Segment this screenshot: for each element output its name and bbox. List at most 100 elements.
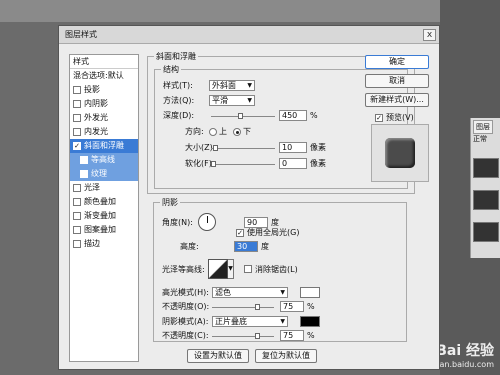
set-default-button[interactable]: 设置为默认值 bbox=[187, 349, 249, 363]
bevel-style-select[interactable]: 外斜面 ▼ bbox=[209, 80, 255, 91]
style-checkbox[interactable] bbox=[73, 86, 81, 94]
angle-input[interactable]: 90 bbox=[244, 216, 268, 228]
size-slider[interactable] bbox=[211, 145, 275, 151]
highlight-mode-label: 高光模式(H): bbox=[162, 288, 209, 297]
dialog-titlebar: 图层样式 x bbox=[59, 26, 439, 44]
style-list-item[interactable]: 等高线 bbox=[70, 153, 138, 167]
ok-button[interactable]: 确定 bbox=[365, 55, 429, 69]
antialias-checkbox[interactable] bbox=[244, 265, 252, 273]
style-list-item-label: 渐变叠加 bbox=[84, 211, 116, 220]
layer-thumbnail[interactable] bbox=[473, 222, 499, 242]
size-slider-knob[interactable] bbox=[213, 145, 218, 151]
style-list-item[interactable]: 内阴影 bbox=[70, 97, 138, 111]
chevron-down-icon: ▼ bbox=[280, 318, 285, 325]
highlight-mode-select[interactable]: 滤色 ▼ bbox=[212, 287, 288, 298]
highlight-opacity-slider[interactable] bbox=[212, 304, 274, 310]
style-list-item-label: 内阴影 bbox=[84, 99, 108, 108]
style-checkbox[interactable] bbox=[73, 198, 81, 206]
style-list-item[interactable]: 混合选项:默认 bbox=[70, 69, 138, 83]
cancel-button[interactable]: 取消 bbox=[365, 74, 429, 88]
shadow-opacity-knob[interactable] bbox=[255, 333, 260, 339]
shadow-opacity-input[interactable]: 75 bbox=[280, 330, 304, 341]
style-list: 样式 混合选项:默认投影内阴影外发光 内发光 ✓ 斜面和浮雕 等高线 纹理光泽颜色叠加渐变… bbox=[69, 54, 139, 362]
depth-slider-knob[interactable] bbox=[238, 113, 243, 119]
style-list-item[interactable]: 内发光 bbox=[70, 125, 138, 139]
chevron-down-icon: ▼ bbox=[247, 97, 252, 104]
layer-thumbnail[interactable] bbox=[473, 190, 499, 210]
highlight-opacity-label: 不透明度(O): bbox=[162, 302, 210, 311]
style-list-item-label: 图案叠加 bbox=[84, 225, 116, 234]
angle-label: 角度(N): bbox=[162, 217, 193, 227]
layer-thumbnail[interactable] bbox=[473, 158, 499, 178]
bevel-section-title: 斜面和浮雕 bbox=[154, 51, 198, 62]
style-list-item-label: 混合选项:默认 bbox=[73, 71, 124, 80]
style-checkbox[interactable] bbox=[73, 114, 81, 122]
soften-label: 软化(F): bbox=[185, 159, 215, 168]
method-label: 方法(Q): bbox=[163, 96, 195, 105]
altitude-input[interactable]: 30 bbox=[234, 241, 258, 252]
gloss-contour-label: 光泽等高线: bbox=[162, 264, 205, 274]
style-checkbox[interactable] bbox=[73, 128, 81, 136]
style-list-item[interactable]: 外发光 bbox=[70, 111, 138, 125]
style-checkbox[interactable] bbox=[73, 212, 81, 220]
style-list-item[interactable]: 纹理 bbox=[70, 167, 138, 181]
method-value: 平滑 bbox=[212, 96, 228, 105]
layers-tab[interactable]: 图层 bbox=[473, 120, 493, 134]
depth-slider[interactable] bbox=[211, 113, 275, 119]
shadow-opacity-slider[interactable] bbox=[212, 333, 274, 339]
new-style-button[interactable]: 新建样式(W)... bbox=[365, 93, 429, 107]
direction-up-label: 上 bbox=[219, 127, 227, 136]
style-checkbox[interactable] bbox=[73, 240, 81, 248]
chevron-down-icon: ▼ bbox=[247, 82, 252, 89]
style-checkbox[interactable]: ✓ bbox=[73, 142, 81, 150]
shadow-mode-select[interactable]: 正片叠底 ▼ bbox=[212, 316, 288, 327]
shadow-color-swatch[interactable] bbox=[300, 316, 320, 327]
style-list-item[interactable]: 投影 bbox=[70, 83, 138, 97]
direction-label: 方向: bbox=[185, 127, 204, 136]
style-list-item-label: 光泽 bbox=[84, 183, 100, 192]
altitude-unit: 度 bbox=[261, 242, 269, 251]
depth-input[interactable]: 450 bbox=[279, 110, 307, 121]
soften-slider[interactable] bbox=[211, 161, 275, 167]
close-button[interactable]: x bbox=[423, 29, 436, 41]
direction-down-radio[interactable] bbox=[233, 127, 241, 136]
style-list-item[interactable]: 渐变叠加 bbox=[70, 209, 138, 223]
style-list-item[interactable]: 描边 bbox=[70, 237, 138, 251]
style-list-header[interactable]: 样式 bbox=[70, 55, 138, 69]
size-unit: 像素 bbox=[310, 143, 326, 152]
style-checkbox[interactable] bbox=[80, 170, 88, 178]
style-checkbox[interactable] bbox=[73, 100, 81, 108]
chevron-down-icon: ▼ bbox=[280, 289, 285, 296]
size-input[interactable]: 10 bbox=[279, 142, 307, 153]
angle-needle bbox=[207, 216, 208, 223]
style-checkbox[interactable] bbox=[73, 184, 81, 192]
style-list-item[interactable]: 光泽 bbox=[70, 181, 138, 195]
direction-up-radio[interactable] bbox=[209, 127, 217, 136]
highlight-opacity-input[interactable]: 75 bbox=[280, 301, 304, 312]
shadow-mode-value: 正片叠底 bbox=[215, 317, 247, 326]
style-checkbox[interactable] bbox=[73, 226, 81, 234]
style-list-item[interactable]: 颜色叠加 bbox=[70, 195, 138, 209]
angle-dial[interactable] bbox=[198, 213, 216, 231]
bevel-style-value: 外斜面 bbox=[212, 81, 236, 90]
preview-checkbox[interactable]: ✓ bbox=[375, 113, 383, 122]
layer-style-dialog: 图层样式 x 样式 混合选项:默认 投影 内阴影 外发光 内发光 ✓ 斜面和浮雕 等高线 纹理光… bbox=[58, 25, 440, 370]
soften-input[interactable]: 0 bbox=[279, 158, 307, 169]
direction-down-label: 下 bbox=[243, 127, 251, 136]
chevron-down-icon[interactable]: ▼ bbox=[228, 259, 234, 279]
method-select[interactable]: 平滑 ▼ bbox=[209, 95, 255, 106]
highlight-opacity-unit: % bbox=[307, 302, 315, 311]
highlight-color-swatch[interactable] bbox=[300, 287, 320, 298]
style-checkbox[interactable] bbox=[80, 156, 88, 164]
highlight-mode-value: 滤色 bbox=[215, 288, 231, 297]
blend-mode-label[interactable]: 正常 bbox=[473, 134, 487, 144]
style-list-item[interactable]: ✓ 斜面和浮雕 bbox=[70, 139, 138, 153]
global-light-checkbox[interactable]: ✓ bbox=[236, 228, 244, 237]
soften-slider-knob[interactable] bbox=[211, 161, 216, 167]
highlight-opacity-knob[interactable] bbox=[255, 304, 260, 310]
reset-default-button[interactable]: 复位为默认值 bbox=[255, 349, 317, 363]
gloss-contour-preview[interactable] bbox=[208, 259, 228, 279]
style-list-item-label: 描边 bbox=[84, 239, 100, 248]
style-list-item[interactable]: 图案叠加 bbox=[70, 223, 138, 237]
layers-panel: 图层 正常 bbox=[470, 118, 500, 258]
